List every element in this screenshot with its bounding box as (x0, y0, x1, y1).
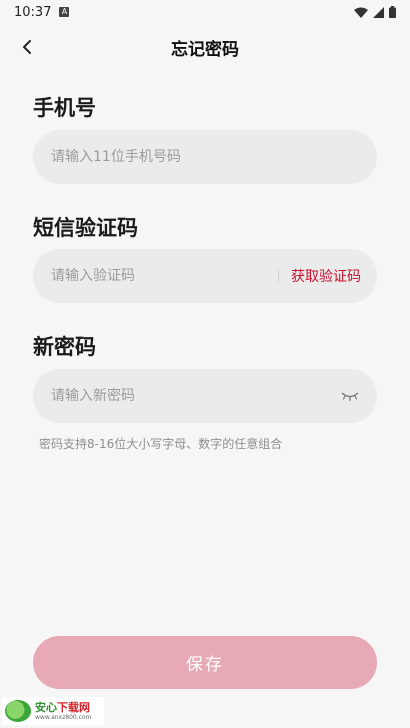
phone-label: 手机号 (33, 96, 96, 120)
status-right (354, 6, 396, 18)
new-password-input[interactable] (49, 387, 339, 405)
new-password-field-container (33, 369, 377, 423)
sms-code-label: 短信验证码 (33, 216, 138, 240)
battery-icon (389, 6, 396, 18)
back-button[interactable] (14, 34, 40, 60)
watermark-name-green: 安心 (35, 700, 57, 714)
status-bar: 10:37 A (0, 0, 410, 24)
status-notification-icon: A (59, 7, 70, 17)
password-visibility-toggle[interactable] (339, 385, 361, 407)
watermark-url: www.anxz800.com (35, 713, 92, 721)
page-title: 忘记密码 (171, 39, 239, 60)
back-arrow-icon (23, 40, 31, 54)
eye-closed-icon (341, 392, 359, 401)
sms-code-input[interactable] (49, 267, 272, 285)
password-hint: 密码支持8-16位大小写字母、数字的任意组合 (39, 437, 283, 451)
watermark-text: 安心下载网 www.anxz800.com (35, 702, 91, 721)
phone-input[interactable] (49, 148, 361, 166)
site-watermark: 安心下载网 www.anxz800.com (2, 697, 104, 725)
save-button[interactable]: 保存 (33, 636, 377, 689)
field-divider (278, 269, 279, 283)
watermark-name: 安心下载网 (35, 702, 91, 713)
status-time: 10:37 (14, 4, 52, 20)
watermark-name-red: 下载网 (57, 700, 90, 714)
signal-icon (373, 6, 384, 18)
wifi-icon (354, 7, 368, 18)
new-password-label: 新密码 (33, 335, 96, 359)
get-code-button[interactable]: 获取验证码 (291, 266, 361, 286)
phone-field-container (33, 130, 377, 184)
status-left: 10:37 A (14, 4, 70, 20)
nav-bar: 忘记密码 (0, 24, 410, 70)
watermark-logo-icon (5, 700, 31, 722)
sms-code-field-container: 获取验证码 (33, 249, 377, 303)
